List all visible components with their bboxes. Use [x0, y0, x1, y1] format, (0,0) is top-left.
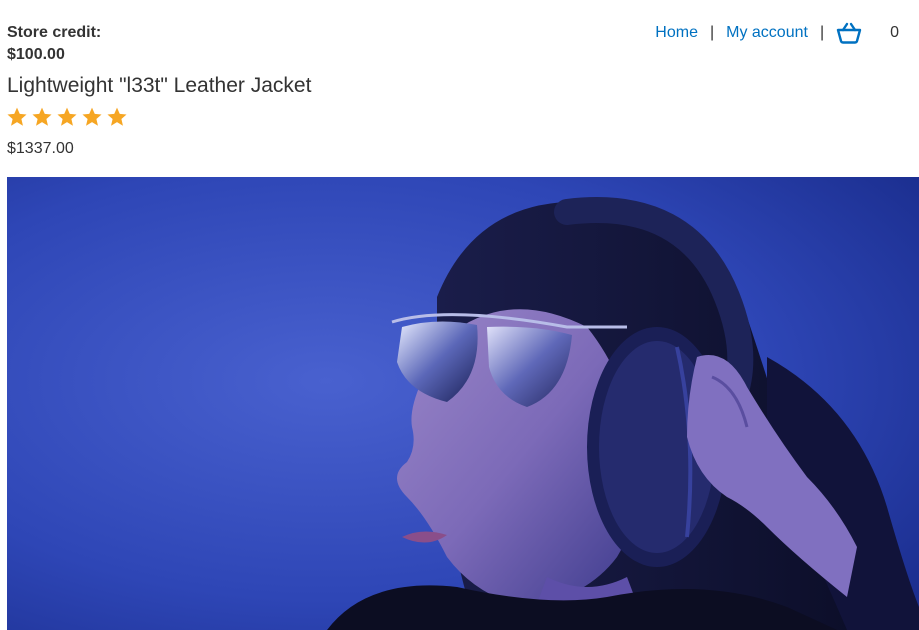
home-link[interactable]: Home	[655, 24, 698, 42]
product-photo-woman-headphones-icon	[7, 177, 919, 630]
basket-icon[interactable]	[836, 22, 862, 44]
nav-separator: |	[819, 24, 825, 41]
cart-count: 0	[890, 24, 899, 41]
my-account-link[interactable]: My account	[726, 24, 808, 42]
product-image	[7, 177, 919, 630]
store-credit-label: Store credit:	[7, 24, 102, 41]
top-navigation: Home | My account | 0	[655, 22, 919, 44]
nav-separator: |	[709, 24, 715, 41]
product-price: $1337.00	[7, 140, 74, 157]
star-icon	[82, 107, 102, 126]
star-icon	[7, 107, 27, 126]
product-title: Lightweight "l33t" Leather Jacket	[7, 74, 312, 97]
star-icon	[57, 107, 77, 126]
rating-stars	[6, 106, 128, 128]
star-icon	[107, 107, 127, 126]
store-credit-value: $100.00	[7, 46, 65, 63]
store-credit: Store credit: $100.00	[7, 22, 101, 66]
star-icon	[32, 107, 52, 126]
